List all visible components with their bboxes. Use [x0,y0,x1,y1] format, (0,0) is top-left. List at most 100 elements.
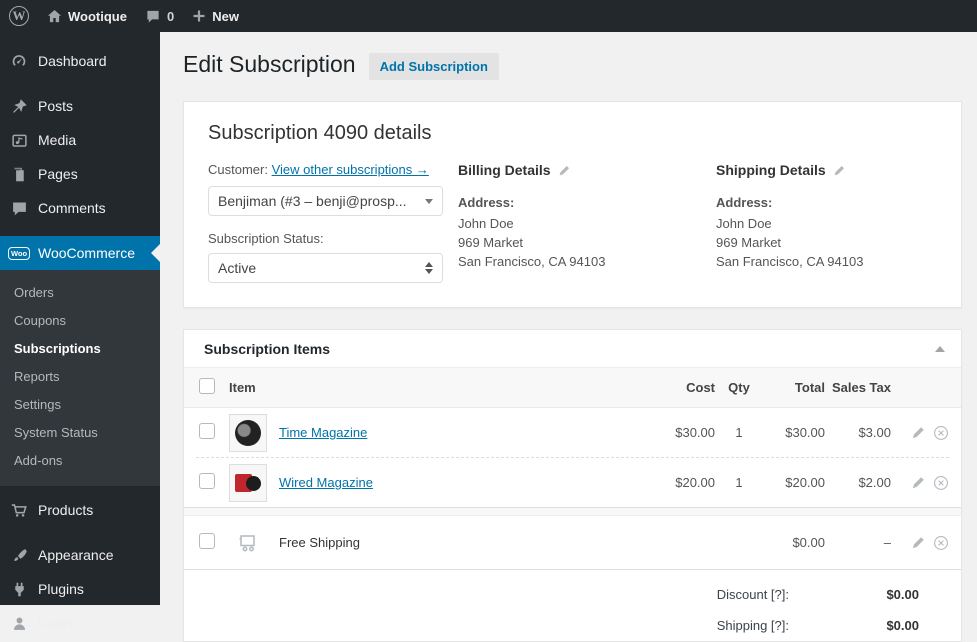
remove-item-icon[interactable] [933,425,949,441]
submenu-item-addons[interactable]: Add-ons [0,447,160,475]
comments-icon [9,198,29,218]
dashboard-icon [9,51,29,71]
sidebar-item-users[interactable]: Users [0,606,160,640]
subscription-items-panel: Subscription Items Item Cost Qty Total S… [183,329,962,642]
row-checkbox[interactable] [199,473,215,489]
cell-cost: $30.00 [675,425,715,440]
row-checkbox[interactable] [199,533,215,549]
edit-shipping-icon[interactable] [833,164,846,177]
cell-cost: $20.00 [675,475,715,490]
shipping-address-line: John Doe [716,216,772,231]
sidebar-item-comments[interactable]: Comments [0,191,160,225]
product-link[interactable]: Time Magazine [279,425,367,440]
submenu-item-system-status[interactable]: System Status [0,419,160,447]
edit-item-icon[interactable] [911,475,926,490]
sidebar-label-plugins: Plugins [38,581,84,597]
media-icon [9,130,29,150]
select-all-checkbox[interactable] [199,378,215,394]
order-data-column: Customer: View other subscriptions → Ben… [208,162,458,283]
discount-value: $0.00 [886,587,919,602]
row-checkbox[interactable] [199,423,215,439]
woocommerce-submenu: Orders Coupons Subscriptions Reports Set… [0,270,160,486]
customer-select[interactable]: Benjiman (#3 – benji@prosp... [208,186,443,216]
items-table-header: Item Cost Qty Total Sales Tax [184,368,961,408]
plug-icon [9,579,29,599]
shipping-row: Free Shipping $0.00 – [184,516,961,569]
comment-count: 0 [166,8,175,24]
submenu-item-reports[interactable]: Reports [0,363,160,391]
billing-address-line: 969 Market [458,235,524,250]
billing-details-column: Billing Details Address: John Doe 969 Ma… [458,162,716,283]
user-icon [9,613,29,633]
shipping-address-label: Address: [716,195,773,210]
new-content-button[interactable]: New [183,0,248,32]
cell-qty: 1 [735,475,743,490]
status-select[interactable]: Active [208,253,443,283]
column-header-sales-tax: Sales Tax [831,380,891,395]
shipping-value: $0.00 [886,618,919,633]
sidebar-label-appearance: Appearance [38,547,114,563]
customer-label: Customer: [208,162,268,177]
customer-select-value: Benjiman (#3 – benji@prosp... [218,193,407,209]
sidebar-item-media[interactable]: Media [0,123,160,157]
discount-label: Discount [?]: [716,587,789,602]
cell-total: $20.00 [785,475,825,490]
site-link[interactable]: Wootique [38,0,136,32]
comment-bubble-icon [145,9,161,24]
discount-total-row: Discount [?]: $0.00 [184,579,961,610]
submenu-item-orders[interactable]: Orders [0,279,160,307]
updown-arrows-icon [425,262,433,274]
sidebar-item-dashboard[interactable]: Dashboard [0,44,160,78]
view-other-subscriptions-link[interactable]: View other subscriptions → [272,162,429,177]
product-link[interactable]: Wired Magazine [279,475,373,490]
cell-sales-tax: $3.00 [858,425,891,440]
collapse-panel-icon[interactable] [935,346,945,352]
shipping-details-column: Shipping Details Address: John Doe 969 M… [716,162,974,283]
column-header-cost: Cost [686,380,715,395]
order-totals: Discount [?]: $0.00 Shipping [?]: $0.00 [184,569,961,641]
sidebar-label-posts: Posts [38,98,74,114]
remove-item-icon[interactable] [933,535,949,551]
sidebar-label-products: Products [38,502,94,518]
add-subscription-button[interactable]: Add Subscription [368,53,499,80]
site-name: Wootique [68,8,127,24]
sidebar-item-plugins[interactable]: Plugins [0,572,160,606]
sidebar-separator [0,486,160,493]
items-panel-title: Subscription Items [204,341,331,357]
cell-sales-tax: $2.00 [858,475,891,490]
table-row: Wired Magazine $20.00 1 $20.00 $2.00 [184,458,961,507]
sidebar-item-pages[interactable]: Pages [0,157,160,191]
submenu-item-settings[interactable]: Settings [0,391,160,419]
shipping-title: Shipping Details [716,162,826,178]
sidebar-item-woocommerce[interactable]: Woo WooCommerce [0,236,160,270]
shipping-method-name: Free Shipping [279,535,360,550]
edit-billing-icon[interactable] [558,164,571,177]
pages-icon [9,164,29,184]
sidebar-label-comments: Comments [38,200,106,216]
sidebar-item-appearance[interactable]: Appearance [0,538,160,572]
admin-sidebar: Dashboard Posts Media Pages Comments Woo… [0,32,160,631]
submenu-item-coupons[interactable]: Coupons [0,307,160,335]
edit-item-icon[interactable] [911,535,926,550]
sidebar-item-products[interactable]: Products [0,493,160,527]
page-title: Edit Subscription [183,51,356,77]
comments-counter[interactable]: 0 [136,0,183,32]
shipping-total-row: Shipping [?]: $0.00 [184,610,961,641]
sidebar-item-posts[interactable]: Posts [0,89,160,123]
plus-icon [192,9,206,23]
status-select-value: Active [218,260,257,276]
cell-sales-tax: – [883,535,891,550]
cell-total: $30.00 [785,425,825,440]
sidebar-separator [0,527,160,538]
column-header-qty: Qty [728,380,750,395]
column-header-item: Item [229,380,256,395]
billing-address-label: Address: [458,195,515,210]
remove-item-icon[interactable] [933,475,949,491]
submenu-item-subscriptions[interactable]: Subscriptions [0,335,160,363]
shipping-icon [237,533,279,553]
wordpress-menu-button[interactable]: W [0,0,38,32]
sidebar-label-pages: Pages [38,166,78,182]
shipping-label: Shipping [?]: [716,618,789,633]
edit-item-icon[interactable] [911,425,926,440]
page-header: Edit Subscription Add Subscription [183,49,962,80]
